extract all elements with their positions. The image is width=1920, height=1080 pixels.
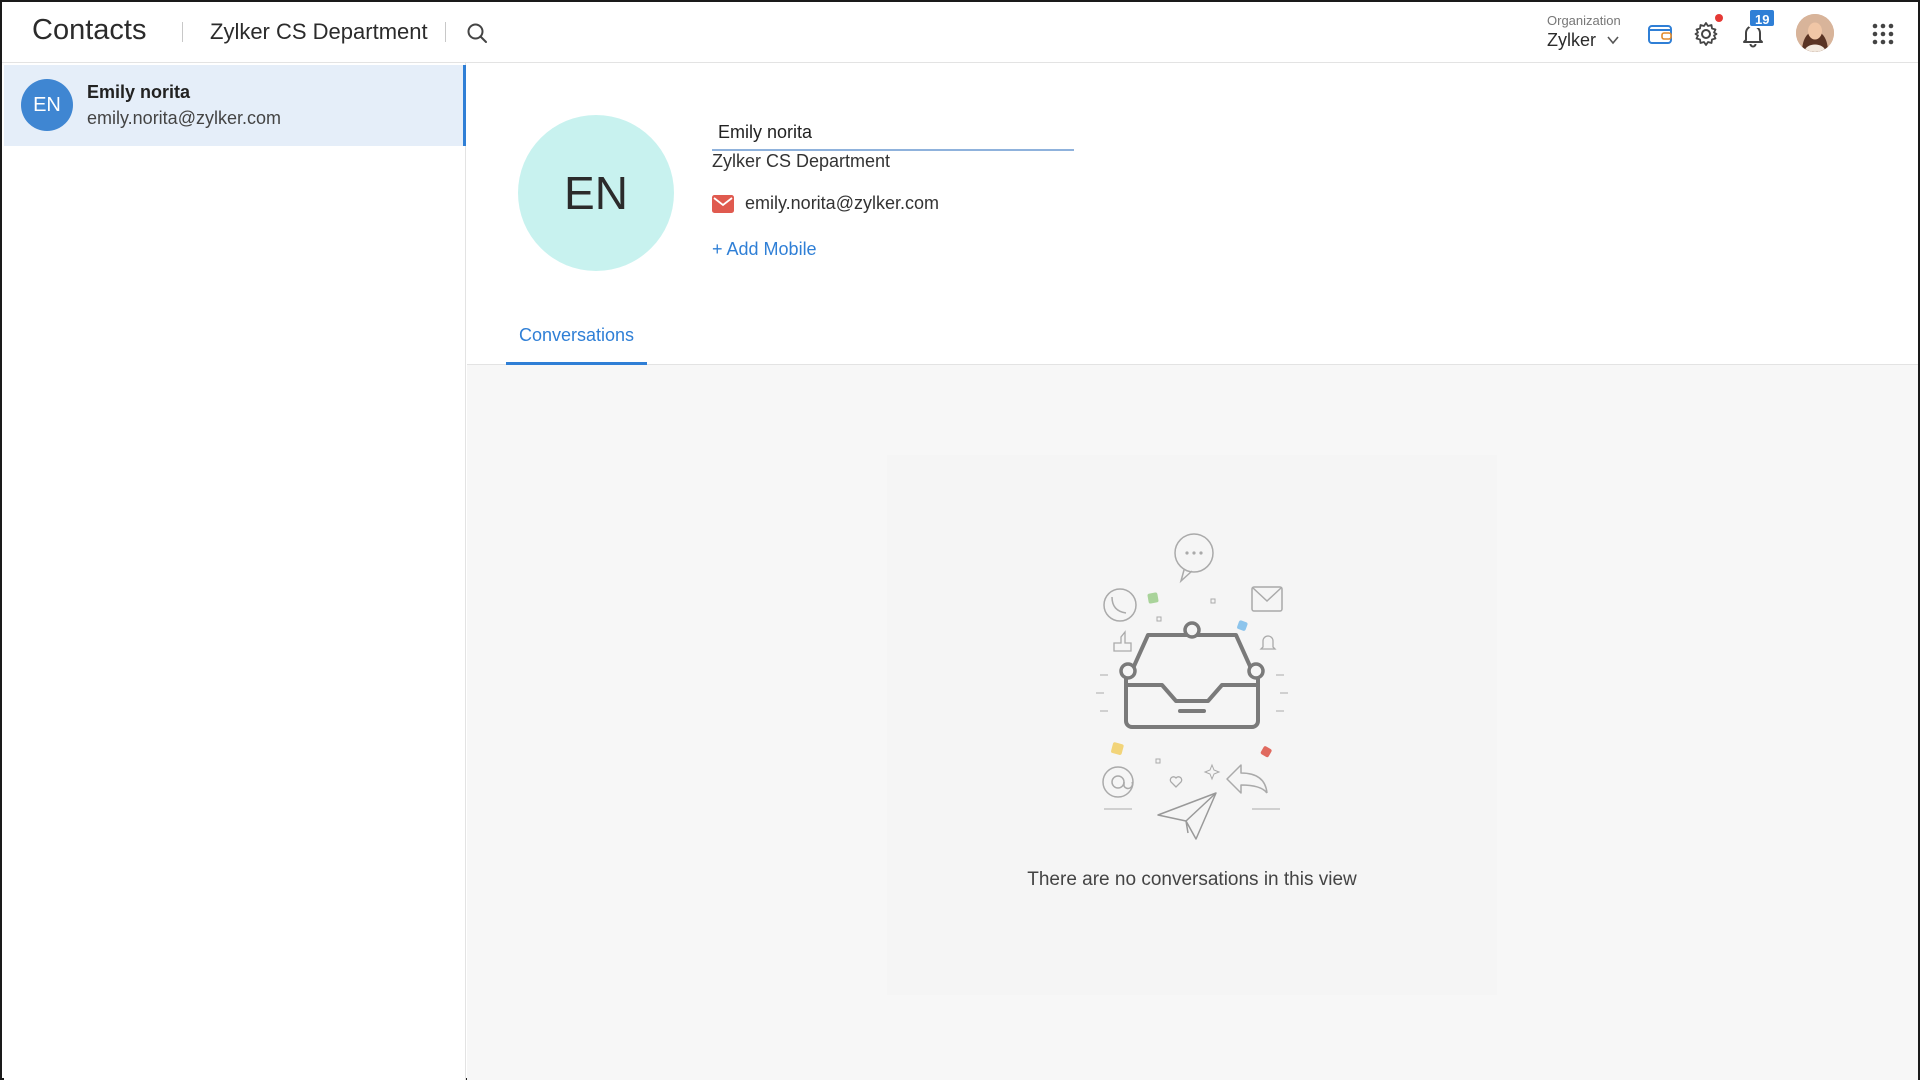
app-window: Contacts Zylker CS Department Organizati… xyxy=(0,0,1920,1080)
contact-email: emily.norita@zylker.com xyxy=(87,108,281,128)
settings-alert-dot xyxy=(1715,14,1723,22)
avatar[interactable] xyxy=(1796,14,1834,52)
search-icon[interactable] xyxy=(465,21,489,45)
conversations-panel: There are no conversations in this view xyxy=(467,365,1918,1080)
contact-department: Zylker CS Department xyxy=(712,151,891,171)
empty-state: There are no conversations in this view xyxy=(887,455,1497,995)
mail-icon xyxy=(712,195,734,213)
page-title: Contacts xyxy=(32,14,147,46)
contact-name-field[interactable] xyxy=(712,115,1074,151)
empty-state-message: There are no conversations in this view xyxy=(1027,869,1357,890)
organization-switcher[interactable]: Organization Zylker xyxy=(1547,13,1621,51)
notification-badge: 19 xyxy=(1748,8,1777,28)
divider xyxy=(182,22,183,42)
department-selector[interactable]: Zylker CS Department xyxy=(210,19,428,45)
contact-name: Emily norita xyxy=(87,82,191,102)
wallet-icon[interactable] xyxy=(1646,20,1674,48)
gear-icon[interactable] xyxy=(1692,20,1720,48)
apps-grid-icon[interactable] xyxy=(1871,22,1895,46)
add-mobile-link[interactable]: + Add Mobile xyxy=(712,239,817,260)
divider xyxy=(445,22,446,42)
contact-list: EN Emily norita emily.norita@zylker.com xyxy=(4,63,466,1080)
organization-name: Zylker xyxy=(1547,30,1596,50)
contact-detail: EN Zylker CS Department emily.norita@zyl… xyxy=(467,63,1918,1080)
empty-inbox-icon xyxy=(1096,533,1288,840)
tab-bar: Conversations xyxy=(467,321,1918,365)
list-item[interactable]: EN Emily norita emily.norita@zylker.com xyxy=(4,65,466,146)
avatar: EN xyxy=(518,115,674,271)
tab-conversations[interactable]: Conversations xyxy=(506,321,648,365)
top-bar: Contacts Zylker CS Department Organizati… xyxy=(2,2,1918,63)
avatar: EN xyxy=(21,79,73,131)
contact-email: emily.norita@zylker.com xyxy=(745,193,939,213)
chevron-down-icon xyxy=(1607,36,1620,45)
user-photo-icon xyxy=(1796,14,1834,52)
organization-label: Organization xyxy=(1547,13,1621,28)
